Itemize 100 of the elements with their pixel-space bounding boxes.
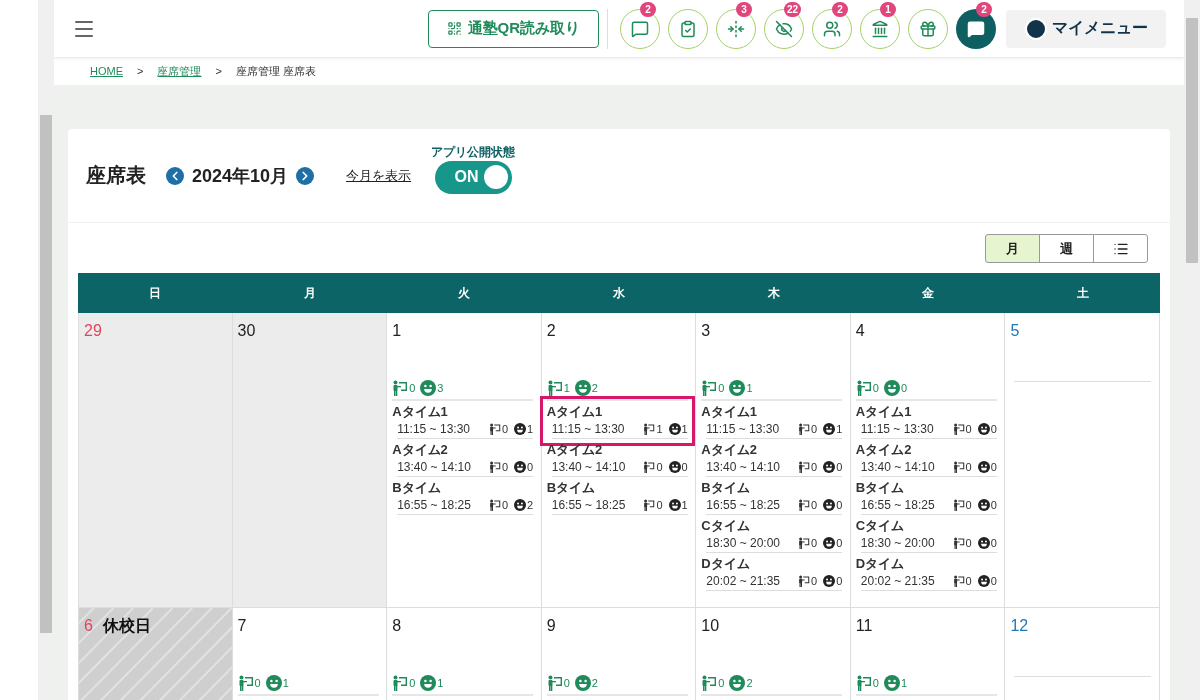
teacher-board-icon xyxy=(798,499,811,511)
breadcrumb-link[interactable]: 座席管理 xyxy=(157,63,202,79)
time-slot-name: Dタイム xyxy=(855,555,906,572)
time-slot-range: 13:40 ~ 14:10 xyxy=(860,460,936,474)
smiley-icon xyxy=(420,675,437,691)
time-slot[interactable]: Aタイム2 13:40 ~ 14:10 0 0 xyxy=(701,441,843,477)
smiley-icon xyxy=(977,499,990,511)
header-icon-button[interactable] xyxy=(908,8,948,49)
smiley-icon xyxy=(823,537,836,549)
time-slot-range: 18:30 ~ 20:00 xyxy=(860,536,936,550)
time-slot[interactable]: Aタイム2 13:40 ~ 14:10 0 0 xyxy=(546,441,688,477)
time-slot-name: Aタイム1 xyxy=(392,403,449,420)
student-count: 0 xyxy=(836,537,843,549)
teacher-board-icon xyxy=(952,499,965,511)
list-view-button[interactable] xyxy=(1093,234,1148,263)
time-slot[interactable]: Bタイム 16:55 ~ 18:25 0 2 xyxy=(392,479,534,515)
student-count: 0 xyxy=(900,382,908,394)
time-slot[interactable]: Dタイム 20:02 ~ 21:35 0 0 xyxy=(855,555,997,591)
time-slot-range: 16:55 ~ 18:25 xyxy=(860,498,936,512)
weekday-header: 水 xyxy=(541,273,697,313)
time-slot[interactable]: Bタイム 16:55 ~ 18:25 0 1 xyxy=(546,479,688,515)
time-slot-range: 11:15 ~ 13:30 xyxy=(551,422,626,436)
qr-code-icon xyxy=(446,21,462,36)
scrollbar-thumb[interactable] xyxy=(40,115,52,633)
weekday-header: 日 xyxy=(78,273,233,313)
time-slot[interactable]: Aタイム1 11:15 ~ 13:30 0 1 xyxy=(701,403,843,439)
day-cell[interactable]: 4 0 0 Aタイム1 11:15 ~ 13:30 0 0 Aタイム2 13:40 ~ 14:10 0 0 Bタイム 16:55 ~ 18:25 0 0 Cタイム 18:30 ~ 20:00 0 0 Dタイム 20:02 ~ 21:35 0 0 xyxy=(850,313,1006,608)
time-slot[interactable]: Cタイム 18:30 ~ 20:00 0 0 xyxy=(855,517,997,553)
view-tab[interactable]: 月 xyxy=(985,234,1040,263)
teacher-count: 0 xyxy=(656,461,663,473)
smiley-icon xyxy=(729,380,746,396)
teacher-board-icon xyxy=(643,423,656,435)
weekday-header: 月 xyxy=(232,273,388,313)
weekday-header: 火 xyxy=(387,273,542,313)
date-number: 5 xyxy=(1010,322,1020,340)
previous-month-button[interactable] xyxy=(166,166,184,185)
chat-icon xyxy=(967,19,985,38)
time-slot[interactable]: Aタイム1 11:15 ~ 13:30 1 1 xyxy=(546,403,688,439)
teacher-board-icon xyxy=(855,380,872,396)
time-slot-name: Aタイム1 xyxy=(855,403,913,420)
smiley-icon xyxy=(514,499,526,511)
day-cell[interactable]: 1 0 3 Aタイム1 11:15 ~ 13:30 0 1 Aタイム2 13:40 ~ 14:10 0 0 Bタイム 16:55 ~ 18:25 0 2 xyxy=(387,313,542,608)
day-cell[interactable]: 5 xyxy=(1005,313,1160,608)
teacher-count: 0 xyxy=(965,423,972,435)
time-slot-name: Bタイム xyxy=(855,479,906,496)
teacher-count: 0 xyxy=(965,499,972,511)
date-number: 29 xyxy=(84,322,102,340)
time-slot[interactable]: Bタイム 16:55 ~ 18:25 0 0 xyxy=(701,479,843,515)
teacher-count: 0 xyxy=(811,461,818,473)
my-menu-button[interactable]: マイメニュー xyxy=(1006,9,1166,48)
time-slot-range: 18:30 ~ 20:00 xyxy=(706,536,781,550)
notification-badge: 22 xyxy=(784,1,802,17)
qr-scan-button[interactable]: 通塾QR読み取り xyxy=(427,9,599,48)
student-count: 0 xyxy=(836,461,843,473)
time-slot-range: 16:55 ~ 18:25 xyxy=(706,498,781,512)
teacher-count: 0 xyxy=(563,677,570,689)
teacher-board-icon xyxy=(488,461,501,473)
day-cell[interactable]: 6 休校日 xyxy=(78,608,233,700)
day-cell[interactable]: 3 0 1 Aタイム1 11:15 ~ 13:30 0 1 Aタイム2 13:40 ~ 14:10 0 0 Bタイム 16:55 ~ 18:25 0 0 Cタイム 18:30 ~ 20:00 0 0 Dタイム 20:02 ~ 21:35 0 0 xyxy=(696,313,851,608)
teacher-count: 0 xyxy=(501,461,508,473)
teacher-board-icon xyxy=(855,675,872,691)
view-tab[interactable]: 週 xyxy=(1039,234,1094,263)
day-cell[interactable]: 2 1 2 Aタイム1 11:15 ~ 13:30 1 1 Aタイム2 13:40 ~ 14:10 0 0 Bタイム 16:55 ~ 18:25 0 1 xyxy=(541,313,697,608)
student-count: 0 xyxy=(527,461,534,473)
time-slot[interactable]: Aタイム2 13:40 ~ 14:10 0 0 xyxy=(392,441,534,477)
time-slot[interactable]: Bタイム 16:55 ~ 18:25 0 0 xyxy=(855,479,997,515)
teacher-count: 1 xyxy=(563,382,570,394)
breadcrumb-link[interactable]: HOME xyxy=(90,65,123,77)
smiley-icon xyxy=(883,380,900,396)
teacher-count: 0 xyxy=(811,537,818,549)
next-month-button[interactable] xyxy=(296,166,315,185)
smiley-icon xyxy=(977,575,990,587)
teacher-count: 0 xyxy=(965,575,972,587)
scrollbar-thumb[interactable] xyxy=(1186,18,1198,263)
time-slot[interactable]: Aタイム1 11:15 ~ 13:30 0 0 xyxy=(855,403,997,439)
time-slot[interactable]: Aタイム1 11:15 ~ 13:30 0 1 xyxy=(392,403,534,439)
time-slot-name: Aタイム2 xyxy=(855,441,913,458)
day-cell[interactable]: 30 xyxy=(232,313,388,608)
date-number: 3 xyxy=(701,322,711,340)
header-icon-button[interactable] xyxy=(668,8,708,49)
teacher-count: 0 xyxy=(409,382,416,394)
time-slot[interactable]: Cタイム 18:30 ~ 20:00 0 0 xyxy=(701,517,843,553)
group-icon xyxy=(823,19,841,38)
smiley-icon xyxy=(668,423,681,435)
current-month: 2024年10月 xyxy=(192,164,289,188)
date-number: 1 xyxy=(392,322,402,340)
publish-toggle[interactable]: ON xyxy=(434,160,512,194)
weekday-header: 木 xyxy=(696,273,851,313)
time-slot[interactable]: Dタイム 20:02 ~ 21:35 0 0 xyxy=(701,555,843,591)
smiley-icon xyxy=(514,423,526,435)
time-slot-range: 20:02 ~ 21:35 xyxy=(706,574,781,588)
time-slot[interactable]: Aタイム2 13:40 ~ 14:10 0 0 xyxy=(855,441,997,477)
user-avatar-icon xyxy=(1024,16,1048,41)
time-slot-name: Cタイム xyxy=(701,517,751,534)
time-slot-name: Dタイム xyxy=(701,555,751,572)
time-slot-range: 11:15 ~ 13:30 xyxy=(860,422,935,436)
show-this-month-link[interactable]: 今月を表示 xyxy=(346,166,412,185)
time-slot-name: Aタイム2 xyxy=(392,441,449,458)
date-number: 8 xyxy=(392,617,402,635)
smiley-icon xyxy=(823,461,836,473)
